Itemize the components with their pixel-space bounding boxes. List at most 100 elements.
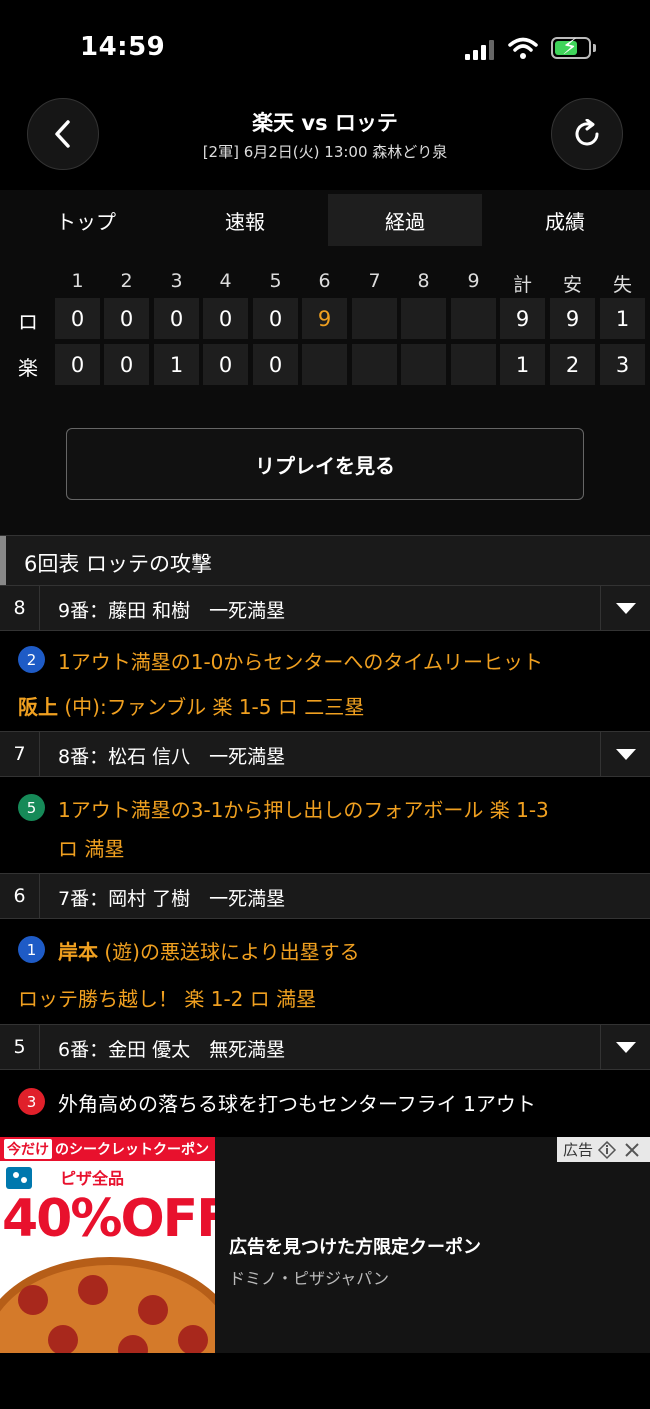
scoreboard-cell: 0: [253, 344, 298, 385]
triangle-down-icon: [615, 748, 636, 760]
ad-badge-text: ピザ全品: [60, 1169, 125, 1188]
batter-info: 7番：岡村 了樹 一死満塁: [58, 888, 286, 910]
inning-accent-bar: [0, 536, 6, 586]
play-description-rest: (遊)の悪送球により出塁する: [98, 940, 360, 964]
battery-nub: [593, 44, 596, 52]
batter-order-number: 8: [0, 586, 40, 630]
expand-button[interactable]: [600, 732, 650, 776]
scoreboard-column-header: 安: [562, 274, 582, 296]
ad-top-strip: 今だけ のシークレットクーポン: [0, 1137, 215, 1161]
close-icon[interactable]: [623, 1141, 641, 1159]
ad-tag: 今だけ: [4, 1139, 52, 1159]
scoreboard-cell: 9: [550, 298, 595, 339]
status-time: 14:59: [80, 32, 166, 62]
expand-button[interactable]: [600, 1025, 650, 1069]
play-detail: 阪上 (中):ファンブル 楽 1-5 ロ 二三塁: [18, 691, 364, 720]
ad-label[interactable]: 広告: [557, 1137, 650, 1162]
play-detail-rest: (中):ファンブル 楽 1-5 ロ 二三塁: [58, 695, 365, 719]
scoreboard-cell: 0: [104, 344, 149, 385]
scoreboard-team-label: 楽: [18, 356, 38, 380]
scoreboard-cell: 0: [55, 344, 100, 385]
scoreboard-cell: 0: [104, 298, 149, 339]
inning-header: 6回表 ロッテの攻撃: [0, 535, 650, 586]
tab-top[interactable]: トップ: [9, 194, 163, 246]
batter-row[interactable]: 5 6番：金田 優太 無死満塁: [0, 1024, 650, 1070]
batter-row[interactable]: 7 8番：松石 信八 一死満塁: [0, 731, 650, 777]
play-description: 岸本 (遊)の悪送球により出塁する: [58, 936, 360, 965]
triangle-down-icon: [615, 1041, 636, 1053]
replay-button[interactable]: リプレイを見る: [66, 428, 584, 500]
tab-live[interactable]: 速報: [168, 194, 322, 246]
scoreboard-cell: 0: [55, 298, 100, 339]
scoreboard-cell: 1: [600, 298, 645, 339]
scoreboard-cell: [302, 344, 347, 385]
batter-order-number: 5: [0, 1025, 40, 1069]
batter-info: 8番：松石 信八 一死満塁: [58, 746, 286, 768]
batter-row[interactable]: 8 9番：藤田 和樹 一死満塁: [0, 585, 650, 631]
replay-area: リプレイを見る: [0, 405, 650, 535]
info-icon: [597, 1140, 617, 1159]
pitch-count-badge: 5: [18, 794, 45, 821]
player-name: 岸本: [58, 940, 98, 964]
scoreboard-cell: [451, 344, 496, 385]
ad-banner[interactable]: 今だけ のシークレットクーポン ピザ全品 40%OFF 広告 広告を見つけた方限定…: [0, 1137, 650, 1353]
play-detail: ロ 満塁: [58, 837, 125, 861]
play-description: 1アウト満塁の3-1から押し出しのフォアボール 楽 1-3: [58, 798, 549, 822]
scoreboard-cell: [352, 344, 397, 385]
batter-info: 9番：藤田 和樹 一死満塁: [58, 600, 286, 622]
batter-order-number: 7: [0, 732, 40, 776]
ad-sponsor: ドミノ・ピザジャパン: [229, 1269, 390, 1288]
scoreboard-column-header: 失: [612, 274, 632, 296]
expand-button[interactable]: [600, 586, 650, 630]
scoreboard-cell: 1: [500, 344, 545, 385]
scoreboard-column-header: 5: [269, 270, 282, 292]
scoreboard-column-header: 4: [219, 270, 232, 292]
play-item: 2 1アウト満塁の1-0からセンターへのタイムリーヒット 阪上 (中):ファンブ…: [0, 631, 650, 730]
play-item: 5 1アウト満塁の3-1から押し出しのフォアボール 楽 1-3 ロ 満塁: [0, 777, 650, 872]
batter-order-number: 6: [0, 874, 40, 918]
scoreboard-column-header: 6: [318, 270, 331, 292]
tab-bar: トップ 速報 経過 成績: [0, 190, 650, 250]
play-detail: ロッテ勝ち越し！ 楽 1-2 ロ 満塁: [18, 987, 317, 1011]
play-item: 3 外角高めの落ちる球を打つもセンターフライ 1アウト: [0, 1070, 650, 1137]
tab-stats[interactable]: 成績: [488, 194, 642, 246]
scoreboard-cell: [352, 298, 397, 339]
scoreboard-cell: [451, 298, 496, 339]
scoreboard-column-header: 8: [417, 270, 430, 292]
charging-icon: ⚡: [562, 35, 578, 60]
tab-progress[interactable]: 経過: [328, 194, 482, 246]
scoreboard-cell: 0: [154, 298, 199, 339]
player-name: 阪上: [18, 695, 58, 719]
scoreboard-cell: [401, 298, 446, 339]
signal-icon: [465, 40, 495, 60]
pitch-count-badge: 2: [18, 646, 45, 673]
wifi-icon: [508, 37, 538, 59]
pizza-image: [0, 1257, 215, 1353]
refresh-button[interactable]: [551, 98, 623, 170]
scoreboard-column-header: 1: [71, 270, 84, 292]
ad-top-text: のシークレットクーポン: [55, 1142, 209, 1158]
batter-row[interactable]: 6 7番：岡村 了樹 一死満塁: [0, 873, 650, 919]
scoreboard-cell: 0: [203, 298, 248, 339]
scoreboard-team-label: ロ: [18, 310, 38, 334]
scoreboard-cell: 9: [500, 298, 545, 339]
inning-title: 6回表 ロッテの攻撃: [24, 552, 213, 576]
scoreboard-cell: 3: [600, 344, 645, 385]
ad-image[interactable]: 今だけ のシークレットクーポン ピザ全品 40%OFF: [0, 1137, 215, 1353]
scoreboard-column-header: 計: [512, 274, 532, 296]
scoreboard-column-header: 9: [467, 270, 480, 292]
scoreboard-cell: 0: [203, 344, 248, 385]
scoreboard-column-header: 7: [368, 270, 381, 292]
scoreboard-cell: [401, 344, 446, 385]
ad-title: 広告を見つけた方限定クーポン: [229, 1237, 481, 1258]
scoreboard-cell: 2: [550, 344, 595, 385]
triangle-down-icon: [615, 602, 636, 614]
ad-discount-text: 40%OFF: [2, 1189, 215, 1249]
scoreboard-column-header: 2: [120, 270, 133, 292]
scoreboard-cell: 9: [302, 298, 347, 339]
header: 楽天 vs ロッテ [2軍] 6月2日(火) 13:00 森林どり泉: [0, 95, 650, 190]
refresh-icon: [575, 119, 599, 146]
play-description: 1アウト満塁の1-0からセンターへのタイムリーヒット: [58, 650, 543, 674]
scoreboard-cell: 1: [154, 344, 199, 385]
scoreboard-cell: 0: [253, 298, 298, 339]
